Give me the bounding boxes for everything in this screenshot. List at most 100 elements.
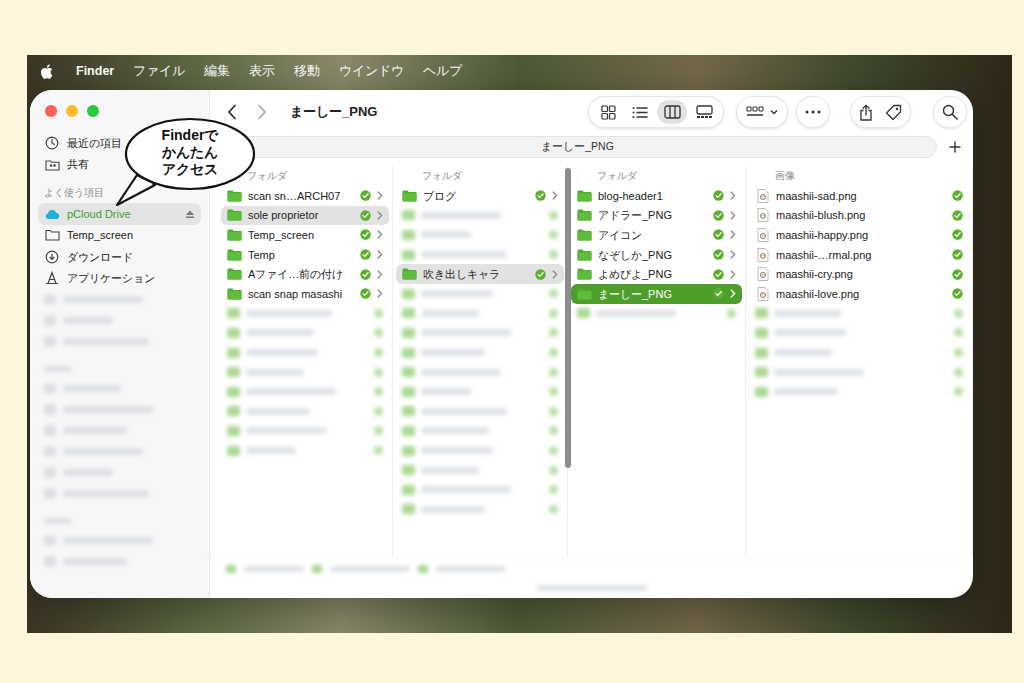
caret-icon bbox=[770, 109, 778, 115]
zoom-button[interactable] bbox=[87, 105, 99, 117]
folder-item[interactable]: blog-header1 bbox=[571, 186, 742, 206]
sidebar-item[interactable]: アプリケーション bbox=[38, 268, 201, 290]
folder-item[interactable]: sole proprietor bbox=[221, 206, 389, 226]
chevron-icon bbox=[730, 270, 736, 279]
column-item bbox=[396, 421, 564, 441]
menu-bar: Finder ファイル編集表示移動ウインドウヘルプ bbox=[27, 55, 1012, 88]
synced-check-icon bbox=[713, 249, 724, 260]
synced-check-icon bbox=[952, 288, 963, 299]
file-item[interactable]: maashii-love.png bbox=[749, 284, 969, 304]
item-label: scan sn…ARCH07 bbox=[248, 189, 354, 203]
chevron-icon bbox=[377, 250, 383, 259]
gallery-view-icon bbox=[696, 105, 713, 119]
folder-item[interactable]: Temp_screen bbox=[221, 225, 389, 245]
view-button[interactable] bbox=[593, 100, 623, 124]
column-item bbox=[749, 382, 969, 402]
file-item[interactable]: maashii-blush.png bbox=[749, 206, 969, 226]
folder-icon bbox=[577, 288, 592, 300]
folder-item[interactable]: なぞしか_PNG bbox=[571, 245, 742, 265]
folder-item[interactable]: よめぴよ_PNG bbox=[571, 264, 742, 284]
menu-item[interactable]: 移動 bbox=[294, 62, 320, 81]
app-menu[interactable]: Finder bbox=[76, 62, 114, 81]
browser-column: フォルダblog-header1アドラー_PNGアイコンなぞしか_PNGよめぴよ… bbox=[568, 166, 746, 556]
synced-check-icon bbox=[952, 190, 963, 201]
column-item bbox=[571, 304, 742, 324]
synced-check-icon bbox=[952, 249, 963, 260]
item-label: 吹き出しキャラ bbox=[423, 267, 529, 281]
menu-item[interactable]: ヘルプ bbox=[423, 62, 462, 81]
file-item[interactable]: maashii-sad.png bbox=[749, 186, 969, 206]
view-button[interactable] bbox=[625, 100, 655, 124]
close-button[interactable] bbox=[45, 105, 57, 117]
desktop: Finderファイル編集表示移動ウインドウヘルプ 最近の項目共有よく使う項目pC… bbox=[27, 55, 1012, 633]
search-button[interactable] bbox=[933, 96, 967, 128]
folder-item[interactable]: アドラー_PNG bbox=[571, 206, 742, 226]
path-field[interactable]: まーしー_PNG bbox=[218, 136, 937, 158]
browser-column: 画像maashii-sad.pngmaashii-blush.pngmaashi… bbox=[746, 166, 973, 556]
folder-item[interactable]: scan sn…ARCH07 bbox=[221, 186, 389, 206]
sidebar-item[interactable]: pCloud Drive bbox=[38, 203, 201, 225]
sidebar-item[interactable]: ダウンロード bbox=[38, 246, 201, 268]
view-button[interactable] bbox=[689, 100, 719, 124]
column-item bbox=[396, 284, 564, 304]
item-label: sole proprietor bbox=[248, 208, 354, 222]
applications-icon bbox=[44, 271, 60, 285]
tag-button[interactable] bbox=[885, 104, 902, 121]
menu-item[interactable]: ウインドウ bbox=[339, 62, 404, 81]
group-button[interactable] bbox=[736, 96, 788, 128]
menu-item[interactable]: 表示 bbox=[249, 62, 275, 81]
image-file-icon bbox=[755, 208, 770, 222]
add-tab-button[interactable] bbox=[943, 136, 967, 158]
scrollbar[interactable] bbox=[565, 168, 571, 468]
tag-icon bbox=[885, 104, 902, 121]
folder-item[interactable]: ブログ bbox=[396, 186, 564, 206]
synced-check-icon bbox=[360, 249, 371, 260]
item-label: まーしー_PNG bbox=[598, 287, 707, 301]
folder-icon bbox=[577, 209, 592, 221]
share-tag-group bbox=[850, 96, 911, 128]
chevron-icon bbox=[552, 270, 558, 279]
synced-check-icon bbox=[713, 229, 724, 240]
view-button[interactable] bbox=[657, 100, 687, 124]
chevron-icon bbox=[552, 191, 558, 200]
folder-item[interactable]: 吹き出しキャラ bbox=[396, 264, 564, 284]
file-item[interactable]: maashii-happy.png bbox=[749, 225, 969, 245]
minimize-button[interactable] bbox=[66, 105, 78, 117]
folder-item[interactable]: まーしー_PNG bbox=[571, 284, 742, 304]
synced-check-icon bbox=[360, 229, 371, 240]
synced-check-icon bbox=[713, 269, 724, 280]
more-button[interactable] bbox=[796, 96, 830, 128]
file-item[interactable]: maashii-…rmal.png bbox=[749, 245, 969, 265]
view-switcher bbox=[588, 96, 724, 128]
window-title: まーしー_PNG bbox=[290, 102, 377, 122]
sidebar-item[interactable]: Temp_screen bbox=[38, 225, 201, 247]
item-label: よめぴよ_PNG bbox=[598, 267, 707, 281]
item-label: ブログ bbox=[423, 189, 529, 203]
more-icon bbox=[805, 110, 821, 114]
folder-icon bbox=[402, 190, 417, 202]
file-item[interactable]: maashii-cry.png bbox=[749, 264, 969, 284]
shared-folder-icon bbox=[44, 158, 60, 171]
apple-icon bbox=[40, 64, 53, 79]
folder-item[interactable]: Aファイ…前の付け bbox=[221, 264, 389, 284]
folder-item[interactable]: Temp bbox=[221, 245, 389, 265]
section-title bbox=[38, 352, 201, 378]
folder-item[interactable]: scan snap masashi bbox=[221, 284, 389, 304]
menu-item[interactable]: 編集 bbox=[204, 62, 230, 81]
folder-icon bbox=[577, 268, 592, 280]
chevron-icon bbox=[377, 230, 383, 239]
folder-icon bbox=[227, 288, 242, 300]
column-item bbox=[749, 362, 969, 382]
image-file-icon bbox=[755, 248, 770, 262]
folder-item[interactable]: アイコン bbox=[571, 225, 742, 245]
image-file-icon bbox=[755, 228, 770, 242]
share-button[interactable] bbox=[859, 104, 873, 121]
synced-check-icon bbox=[713, 190, 724, 201]
eject-icon[interactable] bbox=[185, 209, 195, 219]
menu-item[interactable]: ファイル bbox=[133, 62, 185, 81]
folder-icon bbox=[577, 190, 592, 202]
sidebar-section bbox=[38, 504, 201, 572]
folder-icon bbox=[577, 229, 592, 241]
toolbar: まーしー_PNG bbox=[210, 90, 973, 134]
column-item bbox=[396, 480, 564, 500]
